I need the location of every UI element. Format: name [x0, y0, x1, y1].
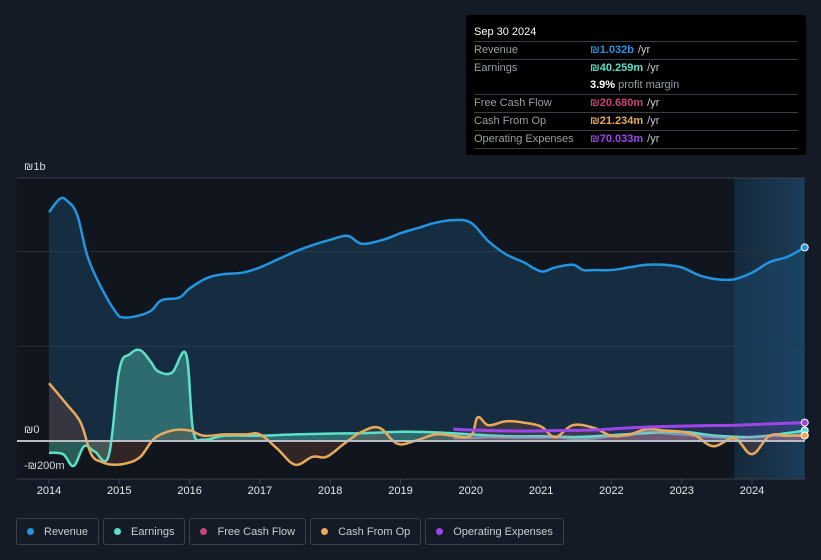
x-tick-label: 2020 [458, 485, 484, 497]
tooltip-value: ₪40.259m [590, 62, 644, 74]
profit-margin-value: 3.9% [590, 79, 616, 91]
x-tick-label: 2016 [177, 485, 202, 497]
legend-label: Cash From Op [338, 525, 411, 538]
tooltip-row-profit-margin: 3.9% profit margin [474, 77, 798, 94]
x-tick-label: 2017 [247, 485, 273, 497]
x-tick-label: 2019 [388, 485, 413, 497]
tooltip-value: ₪20.680m [590, 97, 644, 109]
operating-expenses-endpoint [800, 418, 809, 427]
free-cash-flow-dot-icon [200, 528, 208, 535]
y-tick-label-1b: ₪1b [24, 161, 46, 173]
x-tick-label: 2015 [107, 485, 132, 497]
tooltip-panel: Sep 30 2024 Revenue ₪1.032b /yr Earnings… [466, 15, 806, 155]
tooltip-label: Free Cash Flow [474, 97, 552, 109]
revenue-endpoint [800, 243, 809, 252]
x-tick-label: 2024 [739, 485, 765, 497]
legend-label: Operating Expenses [453, 525, 553, 538]
tooltip-unit: /yr [647, 133, 660, 145]
legend-item-cash-from-op[interactable]: Cash From Op [310, 518, 422, 545]
tooltip-date: Sep 30 2024 [474, 26, 537, 38]
legend-label: Free Cash Flow [217, 525, 296, 538]
x-tick-label: 2014 [36, 485, 62, 497]
tooltip-row-cash-from-op: Cash From Op ₪21.234m /yr [474, 112, 798, 130]
tooltip-row-revenue: Revenue ₪1.032b /yr [474, 41, 798, 59]
tooltip-unit: /yr [637, 44, 651, 56]
tooltip-unit: /yr [647, 115, 660, 127]
legend-item-operating-expenses[interactable]: Operating Expenses [425, 518, 564, 545]
operating-expenses-dot-icon [436, 528, 444, 535]
x-tick-label: 2022 [599, 485, 624, 497]
tooltip-value: ₪1.032b [590, 44, 634, 56]
legend-item-earnings[interactable]: Earnings [103, 518, 186, 545]
legend-item-free-cash-flow[interactable]: Free Cash Flow [189, 518, 307, 545]
cash-from-op-endpoint [800, 431, 809, 440]
legend-label: Revenue [44, 525, 89, 538]
legend-item-revenue[interactable]: Revenue [16, 518, 100, 545]
tooltip-label: Operating Expenses [474, 133, 574, 145]
legend: Revenue Earnings Free Cash Flow Cash Fro… [16, 518, 564, 545]
tooltip-row-earnings: Earnings ₪40.259m /yr [474, 59, 798, 77]
cash-from-op-dot-icon [321, 528, 329, 535]
tooltip-label: Cash From Op [474, 115, 547, 127]
tooltip-unit: /yr [647, 62, 660, 74]
x-tick-label: 2018 [317, 485, 343, 497]
y-tick-label-neg200m: -₪200m [24, 460, 65, 472]
tooltip-value: ₪70.033m [590, 133, 644, 145]
tooltip-label: Revenue [474, 44, 519, 56]
x-tick-label: 2023 [669, 485, 694, 497]
profit-margin-label: profit margin [618, 79, 680, 91]
legend-label: Earnings [131, 525, 175, 538]
x-tick-label: 2021 [528, 485, 554, 497]
revenue-dot-icon [27, 528, 34, 535]
tooltip-value: ₪21.234m [590, 115, 644, 127]
tooltip-row-free-cash-flow: Free Cash Flow ₪20.680m /yr [474, 94, 798, 112]
y-tick-label-0: ₪0 [24, 424, 40, 436]
tooltip-row-operating-expenses: Operating Expenses ₪70.033m /yr [474, 130, 798, 148]
tooltip-unit: /yr [647, 97, 660, 109]
tooltip-label: Earnings [474, 62, 518, 74]
earnings-dot-icon [114, 528, 122, 535]
